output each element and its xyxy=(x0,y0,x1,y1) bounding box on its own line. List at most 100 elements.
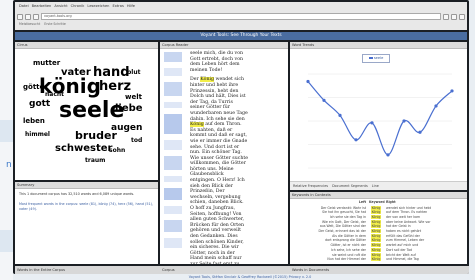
menu-item[interactable]: Datei xyxy=(19,4,29,12)
segment-bar[interactable] xyxy=(164,52,182,62)
contexts-header-row: Left Keyword Right xyxy=(296,199,461,204)
panel-header-trends: Word Trends xyxy=(290,42,467,49)
tab-words-documents[interactable]: Words in Documents xyxy=(290,266,469,274)
reader-text: seele mich, die du von Gott ertrebt, doc… xyxy=(190,51,248,264)
contexts-panel: Keywords in Contexts Left Keyword Right … xyxy=(290,192,467,264)
cloud-word[interactable]: himmel xyxy=(25,132,50,138)
menu-item[interactable]: Hilfe xyxy=(127,4,135,12)
cloud-word[interactable]: bruder xyxy=(75,130,117,141)
keyword-highlight[interactable]: König xyxy=(190,122,204,128)
cloud-word[interactable]: tod xyxy=(131,138,142,144)
trend-point[interactable] xyxy=(370,121,374,125)
menu-item[interactable]: Chronik xyxy=(71,4,85,12)
panel-header-summary: Summary xyxy=(15,182,158,189)
reader-run: wendet sich hinter und hebt ihre Prinzes… xyxy=(190,77,248,122)
column-header[interactable]: Right xyxy=(386,200,461,204)
cloud-word[interactable]: mutter xyxy=(33,60,60,67)
context-keyword: König xyxy=(369,257,383,262)
segment-bar[interactable] xyxy=(164,82,182,96)
trend-point[interactable] xyxy=(386,153,390,157)
panel-header-reader: Corpus Reader xyxy=(160,42,288,49)
menu-item[interactable]: Lesezeichen xyxy=(87,4,109,12)
cloud-word[interactable]: hand xyxy=(93,66,130,79)
chart-style[interactable]: Line xyxy=(372,182,379,190)
trends-panel: Word Trends seele Relative Frequencies D… xyxy=(290,42,467,190)
segment-bar[interactable] xyxy=(164,140,182,150)
menu-item[interactable]: Extras xyxy=(112,4,123,12)
trend-point[interactable] xyxy=(322,98,326,102)
home-icon[interactable] xyxy=(459,13,465,20)
frequency-mode[interactable]: Relative Frequencies xyxy=(293,182,328,190)
trend-point[interactable] xyxy=(434,104,438,108)
trend-point[interactable] xyxy=(306,79,310,84)
cloud-word[interactable]: welt xyxy=(125,94,142,101)
bookmarks-bar: Meistbesucht Erste Schritte xyxy=(19,22,66,28)
cloud-word[interactable]: traum xyxy=(85,158,105,164)
trend-point[interactable] xyxy=(450,89,454,93)
background-tab xyxy=(0,230,13,252)
menu-item[interactable]: Ansicht xyxy=(54,4,67,12)
segment-bar[interactable] xyxy=(164,238,182,248)
word-cloud: seele könig herz hand vater augen liebe … xyxy=(15,48,158,180)
reader-run: Der xyxy=(190,77,201,83)
segment-bar[interactable] xyxy=(164,68,182,76)
trend-line-seele xyxy=(307,81,453,156)
cloud-word[interactable]: herz xyxy=(99,80,131,93)
app-title: Voyant Tools: See Through Your Texts xyxy=(15,32,467,40)
cloud-word[interactable]: blut xyxy=(127,70,141,76)
cloud-word[interactable]: leben xyxy=(23,118,45,125)
background-letter: n xyxy=(6,160,12,170)
segment-bar[interactable] xyxy=(164,220,182,232)
cloud-word[interactable]: nacht xyxy=(45,92,64,98)
cloud-word[interactable]: gott xyxy=(29,100,50,109)
trends-toolbar: Relative Frequencies Document Segments L… xyxy=(290,181,467,190)
cirrus-panel: Cirrus seele könig herz hand vater augen… xyxy=(15,42,158,180)
bookmark-item[interactable]: Erste Schritte xyxy=(44,22,66,28)
chart-legend[interactable]: seele xyxy=(362,54,390,63)
reader-panel: Corpus Reader seele mich, die du von Got… xyxy=(160,42,288,264)
segments-mode[interactable]: Document Segments xyxy=(332,182,368,190)
tab-corpus[interactable]: Corpus xyxy=(160,266,290,274)
segment-bar[interactable] xyxy=(164,206,182,214)
browser-window: Datei Bearbeiten Ansicht Chronik Lesezei… xyxy=(13,0,469,274)
cloud-word[interactable]: götter xyxy=(23,84,48,91)
segment-bar[interactable] xyxy=(164,156,182,170)
column-header[interactable]: Keyword xyxy=(369,200,385,204)
back-button[interactable] xyxy=(17,13,23,20)
bookmark-item[interactable]: Meistbesucht xyxy=(19,22,40,28)
cloud-word[interactable]: vater xyxy=(61,68,91,78)
panel-header-contexts: Keywords in Contexts xyxy=(290,192,467,199)
reader-paragraph: seele mich, die du von Gott ertrebt, doc… xyxy=(190,51,244,73)
legend-swatch-icon xyxy=(368,57,373,59)
context-left: Nun hat der Himmel der xyxy=(327,257,366,262)
trend-point[interactable] xyxy=(338,113,342,117)
tab-words-corpus[interactable]: Words in the Entire Corpus xyxy=(15,266,160,274)
context-row[interactable]: Nun hat der Himmel der König und Himmel, d… xyxy=(296,257,461,262)
cloud-word[interactable]: liebe xyxy=(115,104,143,114)
legend-label: seele xyxy=(373,56,384,60)
column-header[interactable]: Left xyxy=(296,200,366,204)
menu-bar: Datei Bearbeiten Ansicht Chronik Lesezei… xyxy=(19,4,135,12)
background-tab xyxy=(0,120,13,142)
reload-button[interactable] xyxy=(33,13,39,20)
segment-bar[interactable] xyxy=(164,114,182,134)
browser-chrome: Datei Bearbeiten Ansicht Chronik Lesezei… xyxy=(15,2,467,30)
menu-item[interactable]: Bearbeiten xyxy=(32,4,52,12)
forward-button[interactable] xyxy=(25,13,31,20)
trend-point[interactable] xyxy=(354,138,358,142)
summary-frequent-words: Most frequent words in the corpus: seele… xyxy=(19,202,154,211)
trend-point[interactable] xyxy=(418,130,422,134)
address-bar[interactable]: voyant-tools.org xyxy=(41,13,441,20)
segment-bar[interactable] xyxy=(164,176,182,182)
segment-bar[interactable] xyxy=(164,188,182,200)
keyword-highlight[interactable]: König xyxy=(200,77,214,83)
trend-point[interactable] xyxy=(402,119,406,123)
search-icon[interactable] xyxy=(443,13,449,20)
summary-panel: Summary This 1 document corpus has 32,51… xyxy=(15,182,158,264)
cloud-word[interactable]: sohn xyxy=(109,148,125,154)
segment-bar[interactable] xyxy=(164,102,182,108)
reader-paragraph: Der König wendet sich hinter und hebt ih… xyxy=(190,77,248,264)
bookmark-icon[interactable] xyxy=(451,13,457,20)
summary-text: This 1 document corpus has 32,510 words … xyxy=(19,192,135,196)
cloud-word[interactable]: schwester xyxy=(55,144,112,154)
